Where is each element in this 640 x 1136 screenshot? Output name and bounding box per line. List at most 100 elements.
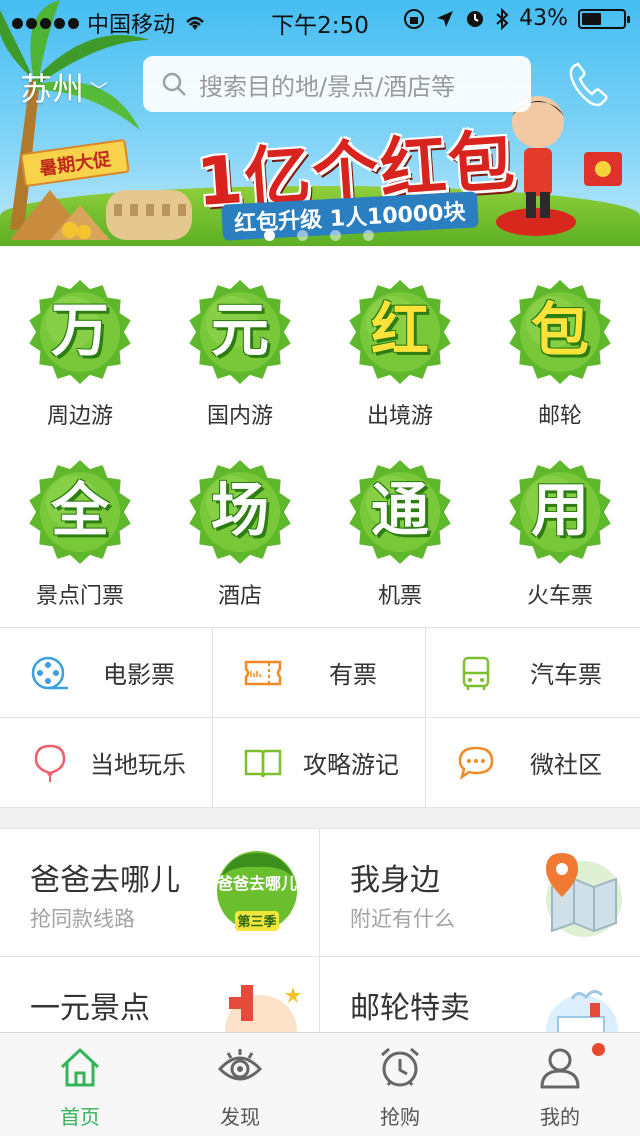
bus-icon [462,656,490,690]
category-badge: 用 [506,458,614,566]
chat-bubble-icon [458,746,494,780]
carousel-dot [363,230,374,241]
category-badge-char: 万 [50,296,109,364]
category-badge-char: 元 [210,296,269,364]
category-label: 邮轮 [537,404,582,429]
feature-subtitle: 抢同款线路 [30,907,135,931]
carousel-dot [264,230,275,241]
category-badge-char: 用 [530,476,589,544]
category-badge-char: 全 [50,476,109,544]
search-input[interactable]: 搜索目的地/景点/酒店等 [143,56,531,112]
service-grid: 电影票 有票 汽车票 当地玩乐 攻略游记 微社区 [0,627,640,808]
category-label: 周边游 [46,404,113,429]
service-label: 电影票 [103,661,175,689]
service-bus-tickets[interactable]: 汽车票 [426,628,640,718]
feature-nearby[interactable]: 我身边 附近有什么 [320,829,640,957]
status-bar: 中国移动 下午2:50 43% [0,0,640,40]
carousel-dot [297,230,308,241]
category-label: 机票 [377,584,422,609]
service-movie-tickets[interactable]: 电影票 [0,628,213,718]
service-label: 微社区 [530,751,602,779]
tab-label: 发现 [220,1105,260,1129]
bottom-tab-bar: 首页 发现 抢购 我的 [0,1032,640,1136]
service-label: 攻略游记 [303,751,399,779]
carousel-dot [330,230,341,241]
promo-banner[interactable]: 中国移动 下午2:50 43% 苏州 ﹀ 搜索目的地/景点/酒店等 暑期大促 1… [0,0,640,246]
category-label: 出境游 [366,404,433,429]
eye-icon [218,1049,262,1081]
battery-percent: 43% [519,6,568,31]
alarm-icon [467,10,484,27]
category-badge: 全 [26,458,134,566]
feature-title: 我身边 [350,863,440,898]
feature-subtitle: 附近有什么 [350,907,455,931]
feature-grid: 爸爸去哪儿 抢同款线路 爸爸去哪儿 第三季 我身边 附近有什么 一元景点 邮轮特… [0,829,640,1085]
balloon-icon [34,744,66,782]
category-badge-char: 场 [210,476,269,544]
category-badge-char: 红 [370,296,429,364]
tab-flash-sale[interactable]: 抢购 [320,1033,480,1136]
category-label: 国内游 [206,404,273,429]
service-travel-guides[interactable]: 攻略游记 [213,718,426,808]
tab-home[interactable]: 首页 [0,1033,160,1136]
city-selector[interactable]: 苏州 ﹀ [20,64,108,110]
category-nearby-tours[interactable]: 万周边游 [0,250,160,430]
category-cruise[interactable]: 包邮轮 [480,250,640,430]
category-train-tickets[interactable]: 用火车票 [480,430,640,610]
tab-label: 我的 [540,1105,580,1129]
alarm-clock-icon [381,1047,419,1087]
battery-icon [578,8,630,29]
category-label: 酒店 [217,584,262,609]
category-hotels[interactable]: 场酒店 [160,430,320,610]
category-badge: 通 [346,458,454,566]
category-grid: 万周边游元国内游红出境游包邮轮全景点门票场酒店通机票用火车票 [0,246,640,627]
feature-title: 邮轮特卖 [350,991,470,1026]
service-label: 当地玩乐 [90,751,186,779]
category-outbound-tours[interactable]: 红出境游 [320,250,480,430]
category-attraction-tickets[interactable]: 全景点门票 [0,430,160,610]
show-logo-season: 第三季 [237,914,276,930]
category-badge-char: 包 [530,296,589,364]
search-icon [162,72,186,96]
city-name: 苏州 [20,70,85,108]
home-icon [60,1048,100,1087]
tab-discover[interactable]: 发现 [160,1033,320,1136]
service-label: 汽车票 [530,661,602,689]
tab-profile[interactable]: 我的 [480,1033,640,1136]
search-placeholder: 搜索目的地/景点/酒店等 [199,72,456,101]
map-pin-illustration [546,853,622,937]
user-icon [540,1048,580,1089]
bluetooth-icon [496,7,509,30]
film-reel-icon [31,656,68,689]
feature-title: 爸爸去哪儿 [30,863,180,898]
category-badge: 红 [346,278,454,386]
category-badge: 场 [186,458,294,566]
category-badge: 元 [186,278,294,386]
category-domestic-tours[interactable]: 元国内游 [160,250,320,430]
category-label: 景点门票 [35,584,124,609]
orientation-lock-icon [404,8,425,29]
ticket-icon [244,660,282,685]
book-icon [244,749,282,777]
tab-label: 抢购 [380,1105,420,1129]
category-flights[interactable]: 通机票 [320,430,480,610]
section-divider [0,807,640,829]
category-label: 火车票 [526,584,593,609]
service-label: 有票 [329,661,377,689]
show-logo-illustration: 爸爸去哪儿 第三季 [216,851,297,931]
category-badge: 万 [26,278,134,386]
feature-title: 一元景点 [30,991,150,1026]
service-local-activities[interactable]: 当地玩乐 [0,718,213,808]
notification-badge [592,1043,605,1056]
service-community[interactable]: 微社区 [426,718,640,808]
category-badge-char: 通 [370,476,429,544]
category-badge: 包 [506,278,614,386]
tab-label: 首页 [60,1105,100,1129]
feature-where-are-we-going-dad[interactable]: 爸爸去哪儿 抢同款线路 爸爸去哪儿 第三季 [0,829,320,957]
phone-icon[interactable] [566,60,610,108]
location-arrow-icon [437,10,454,27]
chevron-down-icon: ﹀ [90,81,109,102]
carousel-indicator [264,230,374,241]
show-logo-text: 爸爸去哪儿 [216,874,297,893]
service-tickets[interactable]: 有票 [213,628,426,718]
